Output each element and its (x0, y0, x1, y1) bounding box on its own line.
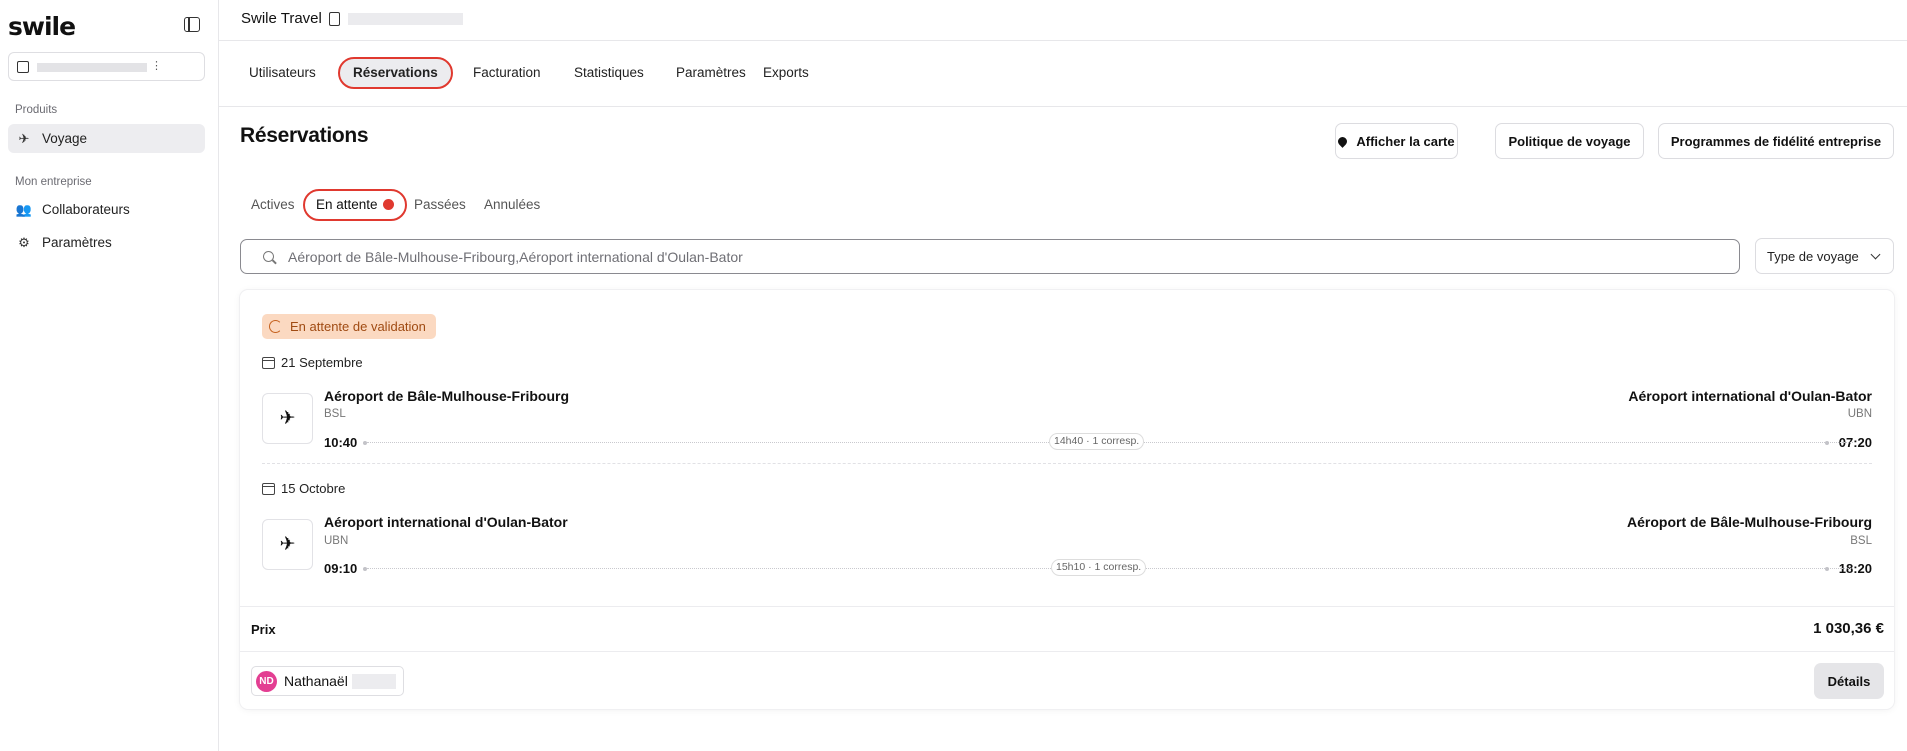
subtab-actives[interactable]: Actives (240, 189, 306, 221)
avatar: ND (256, 670, 277, 692)
trip-type-label: Type de voyage (1767, 248, 1859, 264)
subtab-annulees[interactable]: Annulées (473, 189, 551, 221)
loyalty-programs-button[interactable]: Programmes de fidélité entreprise (1658, 123, 1894, 159)
main-nav: Utilisateurs Réservations Facturation St… (219, 41, 1907, 107)
sidebar: swile ⋮ Produits ✈ Voyage Mon entreprise… (0, 0, 219, 751)
segment-divider (262, 463, 1872, 464)
search-icon (263, 251, 274, 262)
flight-icon-box: ✈ (262, 519, 313, 570)
status-badge-label: En attente de validation (290, 319, 426, 334)
tab-exports[interactable]: Exports (750, 57, 822, 89)
calendar-icon (262, 482, 275, 495)
sidebar-section-products: Produits (15, 104, 58, 116)
top-bar: Swile Travel (219, 0, 1907, 41)
departure-time: 10:40 (324, 435, 358, 450)
plane-icon: ✈ (279, 534, 296, 555)
sidebar-item-parametres[interactable]: ⚙ Paramètres (8, 228, 205, 257)
tab-reservations[interactable]: Réservations (338, 57, 453, 89)
chevron-updown-icon: ⋮ (151, 60, 162, 72)
pending-indicator-dot (382, 199, 394, 210)
chevron-down-icon (1870, 249, 1881, 260)
route-duration-pill: 14h40 · 1 corresp. (1049, 433, 1145, 450)
tab-facturation[interactable]: Facturation (460, 57, 554, 89)
departure-code: BSL (324, 408, 346, 420)
booking-card[interactable]: En attente de validation 21 Septembre ✈ … (240, 290, 1894, 709)
sidebar-item-label: Paramètres (42, 235, 112, 250)
sidebar-item-collaborateurs[interactable]: 👥 Collaborateurs (8, 195, 205, 224)
tab-utilisateurs[interactable]: Utilisateurs (236, 57, 329, 89)
segment-date-label: 15 Octobre (281, 481, 346, 496)
users-icon: 👥 (15, 201, 33, 217)
departure-airport: Aéroport de Bâle-Mulhouse-Fribourg (324, 388, 569, 404)
card-divider (240, 606, 1894, 607)
show-map-button[interactable]: Afficher la carte (1335, 123, 1458, 159)
sidebar-section-company: Mon entreprise (15, 176, 92, 188)
organization-selector[interactable]: ⋮ (8, 52, 205, 81)
tab-statistiques[interactable]: Statistiques (561, 57, 657, 89)
arrival-code: UBN (1847, 408, 1872, 420)
arrival-code: BSL (1850, 535, 1872, 547)
swile-logo[interactable]: swile (8, 12, 76, 41)
plane-icon: ✈ (279, 408, 296, 429)
company-name-redacted (348, 13, 463, 25)
status-badge: En attente de validation (262, 314, 436, 339)
building-icon (17, 61, 29, 73)
price-label: Prix (251, 622, 276, 637)
building-icon (329, 12, 340, 26)
trip-type-select[interactable]: Type de voyage (1755, 238, 1894, 274)
show-map-label: Afficher la carte (1356, 133, 1455, 149)
map-pin-icon (1336, 134, 1350, 148)
route-duration-pill: 15h10 · 1 corresp. (1051, 559, 1147, 576)
card-divider (240, 651, 1894, 652)
route-end-dot (1825, 441, 1829, 445)
flight-icon-box: ✈ (262, 393, 313, 444)
departure-code: UBN (324, 535, 349, 547)
traveler-lastname-redacted (351, 673, 396, 689)
traveler-name: Nathanaël (284, 673, 348, 689)
route-end-dot (1825, 567, 1829, 571)
traveler-chip[interactable]: ND Nathanaël (251, 666, 404, 696)
arrival-airport: Aéroport de Bâle-Mulhouse-Fribourg (1627, 514, 1872, 530)
price-value: 1 030,36 € (1813, 620, 1884, 637)
details-button[interactable]: Détails (1814, 663, 1884, 699)
sidebar-item-label: Voyage (42, 131, 88, 146)
arrival-airport: Aéroport international d'Oulan-Bator (1628, 388, 1872, 404)
subtab-passees[interactable]: Passées (403, 189, 477, 221)
plane-icon: ✈ (18, 130, 30, 146)
organization-name-redacted (37, 63, 147, 72)
segment-date-label: 21 Septembre (281, 355, 363, 370)
subtab-en-attente[interactable]: En attente (303, 189, 407, 221)
page-title: Réservations (240, 124, 369, 147)
departure-airport: Aéroport international d'Oulan-Bator (324, 514, 568, 530)
travel-policy-button[interactable]: Politique de voyage (1495, 123, 1644, 159)
refresh-icon (269, 320, 282, 333)
segment-date: 21 Septembre (262, 355, 363, 370)
calendar-icon (262, 356, 275, 369)
settings-icon: ⚙ (18, 234, 30, 250)
subtab-label: En attente (316, 197, 378, 212)
search-bar (240, 239, 1740, 274)
sidebar-item-label: Collaborateurs (42, 202, 130, 217)
app-title: Swile Travel (241, 10, 322, 27)
departure-time: 09:10 (324, 561, 358, 576)
sidebar-item-voyage[interactable]: ✈ Voyage (8, 124, 205, 153)
segment-date: 15 Octobre (262, 481, 345, 496)
sidebar-toggle-icon[interactable] (184, 17, 200, 32)
tab-parametres[interactable]: Paramètres (663, 57, 759, 89)
search-input[interactable] (288, 240, 1718, 273)
